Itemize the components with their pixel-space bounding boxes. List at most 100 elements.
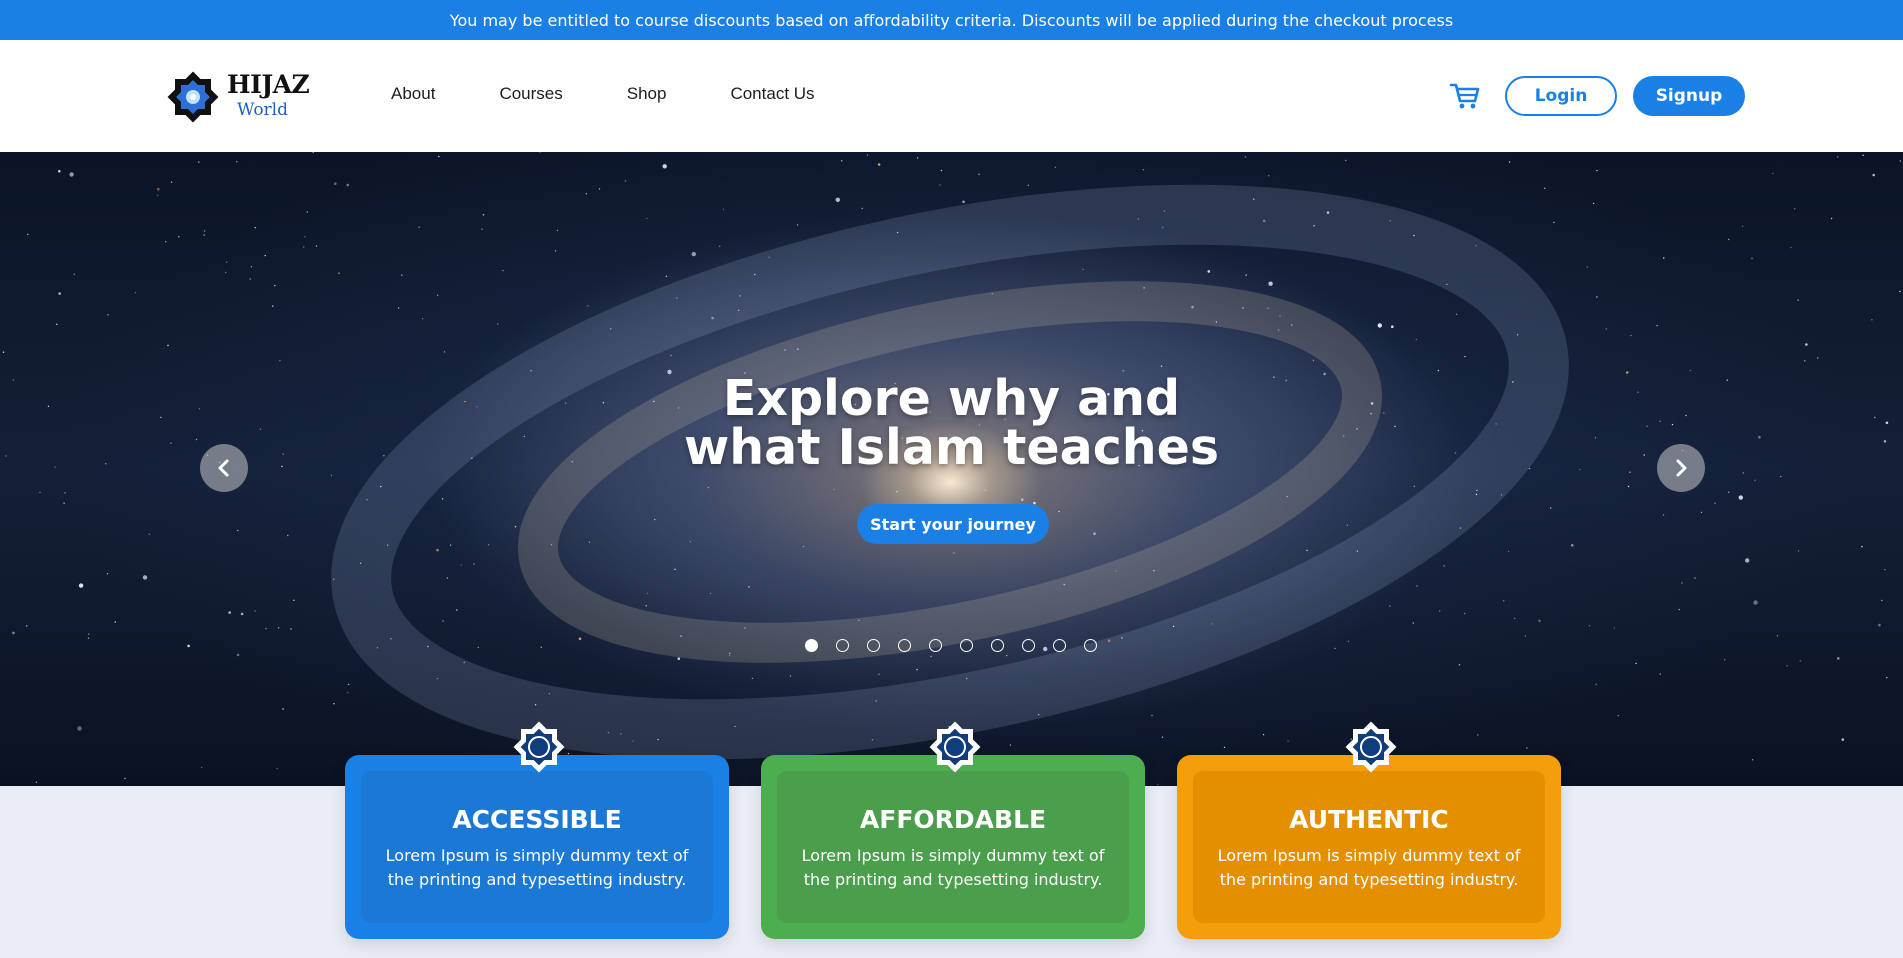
star-dot	[56, 323, 58, 325]
star-dot	[1161, 736, 1164, 738]
star-dot	[1596, 169, 1598, 172]
star-dot	[916, 668, 918, 671]
star-dot	[134, 291, 137, 294]
carousel-dot[interactable]	[991, 639, 1004, 652]
star-dot	[796, 224, 799, 226]
star-badge-icon	[513, 721, 565, 773]
start-journey-button[interactable]: Start your journey	[857, 504, 1049, 544]
star-dot	[1054, 166, 1057, 168]
star-dot	[620, 733, 622, 735]
star-dot	[1862, 154, 1864, 156]
nav-courses[interactable]: Courses	[499, 84, 562, 104]
star-dot	[1415, 338, 1418, 341]
star-dot	[463, 661, 465, 664]
star-dot	[436, 677, 439, 680]
nav-shop[interactable]: Shop	[627, 84, 667, 104]
star-dot	[228, 611, 231, 614]
star-dot	[1242, 307, 1244, 309]
star-dot	[1837, 156, 1839, 158]
star-dot	[482, 214, 485, 216]
star-dot	[962, 200, 965, 204]
star-dot	[784, 349, 786, 351]
star-dot	[1121, 637, 1123, 639]
star-dot	[303, 246, 305, 248]
star-dot	[1678, 608, 1681, 611]
star-dot	[875, 700, 877, 702]
star-dot	[665, 275, 668, 277]
carousel-dot[interactable]	[867, 639, 880, 652]
star-dot	[1881, 599, 1883, 602]
star-dot	[1605, 328, 1608, 330]
star-dot	[978, 173, 980, 175]
star-dot	[548, 693, 550, 695]
star-dot	[1142, 169, 1145, 171]
feature-text: Lorem Ipsum is simply dummy text of the …	[1217, 846, 1521, 889]
carousel-dot[interactable]	[898, 639, 911, 652]
star-dot	[306, 211, 308, 213]
star-dot	[236, 161, 238, 163]
star-dot	[1312, 359, 1315, 362]
cart-icon[interactable]	[1449, 80, 1481, 112]
star-dot	[114, 621, 117, 623]
star-dot	[1553, 221, 1555, 224]
star-dot	[422, 318, 424, 320]
feature-title: ACCESSIBLE	[452, 805, 622, 834]
star-dot	[1160, 365, 1163, 367]
logo-star-icon	[167, 71, 219, 123]
nav-contact-us[interactable]: Contact Us	[730, 84, 814, 104]
star-dot	[1306, 549, 1308, 552]
star-dot	[610, 328, 612, 330]
star-dot	[1689, 369, 1692, 372]
carousel-dot[interactable]	[836, 639, 849, 652]
star-dot	[265, 627, 267, 630]
carousel-dot[interactable]	[1053, 639, 1066, 652]
star-dot	[1356, 550, 1359, 552]
star-dot	[802, 545, 805, 548]
carousel-dot[interactable]	[960, 639, 973, 652]
star-dot	[1516, 334, 1519, 336]
star-dot	[1262, 219, 1266, 223]
star-dot	[729, 652, 731, 654]
star-dot	[739, 295, 741, 297]
star-dot	[916, 157, 919, 159]
star-dot	[401, 274, 403, 276]
star-dot	[165, 241, 167, 243]
star-dot	[1268, 175, 1270, 177]
star-dot	[78, 583, 84, 588]
star-dot	[279, 359, 281, 362]
star-dot	[1389, 220, 1391, 222]
login-button[interactable]: Login	[1505, 76, 1617, 116]
star-dot	[63, 502, 65, 504]
star-dot	[645, 605, 647, 607]
star-dot	[966, 677, 968, 680]
star-dot	[624, 180, 627, 182]
carousel-next-button[interactable]	[1657, 444, 1705, 492]
carousel-dot[interactable]	[805, 639, 818, 652]
star-dot	[1681, 582, 1683, 584]
carousel-dot[interactable]	[1084, 639, 1097, 652]
carousel-dot[interactable]	[1022, 639, 1035, 652]
star-dot	[338, 272, 340, 274]
star-dot	[1500, 494, 1503, 496]
star-dot	[1151, 714, 1153, 717]
signup-button[interactable]: Signup	[1633, 76, 1745, 116]
star-dot	[1595, 683, 1597, 686]
star-dot	[1464, 355, 1466, 358]
star-dot	[1899, 160, 1902, 162]
star-dot	[1544, 187, 1546, 189]
carousel-dot[interactable]	[929, 639, 942, 652]
star-dot	[540, 646, 542, 648]
star-dot	[1391, 325, 1394, 328]
star-dot	[789, 675, 792, 677]
site-logo[interactable]: HIJAZ World	[162, 64, 310, 128]
hero-carousel: Explore why and what Islam teaches Start…	[0, 152, 1903, 786]
star-dot	[1207, 270, 1211, 273]
star-dot	[1143, 287, 1145, 289]
star-dot	[1613, 627, 1616, 629]
star-dot	[1753, 600, 1758, 605]
star-dot	[124, 777, 126, 780]
carousel-prev-button[interactable]	[200, 444, 248, 492]
star-dot	[1772, 172, 1774, 175]
nav-about[interactable]: About	[391, 84, 435, 104]
star-dot	[1899, 290, 1901, 293]
